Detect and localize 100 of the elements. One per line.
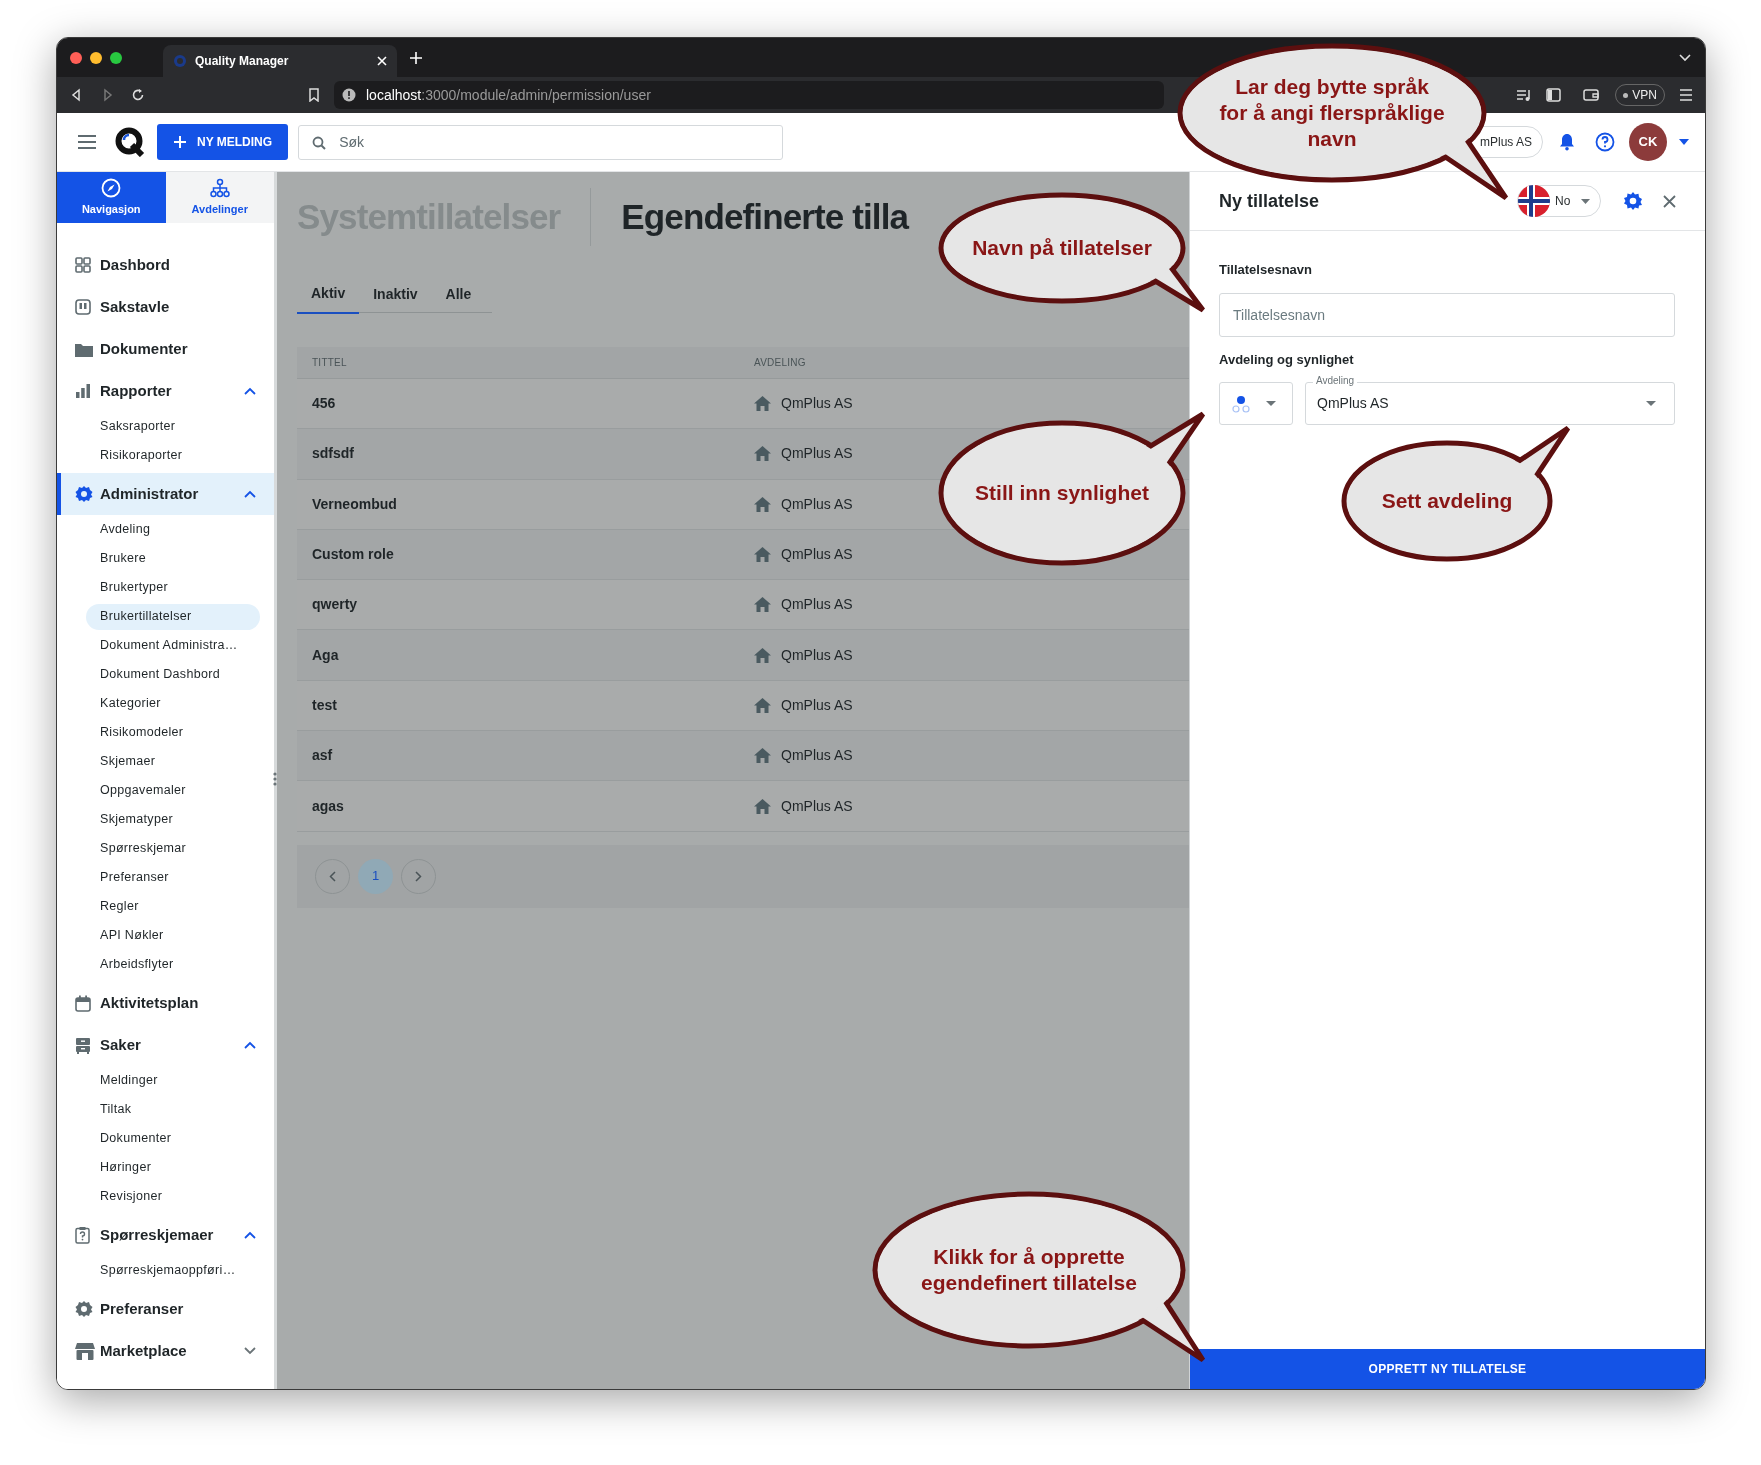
table-cell-text: QmPlus AS [781, 444, 853, 464]
field-label: Tillatelsesnavn [1219, 261, 1313, 279]
sidebar-subitem[interactable]: API Nøkler [86, 922, 260, 949]
sidebar-subitem[interactable]: Skjematyper [86, 806, 260, 833]
search-field[interactable]: Søk [298, 124, 784, 160]
sidebar-subitem[interactable]: Regler [86, 893, 260, 920]
sidebar-subitem[interactable]: Spørreskjemaoppføri… [86, 1257, 260, 1284]
table-cell-text: QmPlus AS [781, 746, 853, 766]
caret-icon[interactable] [1679, 139, 1689, 145]
sidebar-subitem[interactable]: Dokumenter [86, 1125, 260, 1152]
wallet-icon[interactable] [1583, 88, 1600, 102]
compass-icon [101, 177, 122, 198]
reload-icon[interactable] [131, 88, 145, 102]
sidebar-item[interactable]: Saker [57, 1024, 274, 1066]
board-icon [75, 299, 91, 315]
url-text: localhost:3000/module/admin/permission/user [366, 85, 651, 105]
browser-tab[interactable]: Quality Manager [163, 45, 397, 77]
sidebar-subitem[interactable]: Preferanser [86, 864, 260, 891]
section-label: Avdeling og synlighet [1219, 350, 1355, 369]
callout-text: Klikk for å opprette egendefinert tillatelse [920, 1244, 1138, 1296]
sidebar-subitem[interactable]: Kategorier [86, 690, 260, 717]
chevron-down-icon[interactable] [244, 1347, 256, 1355]
sidebar-item[interactable]: Administrator [57, 473, 274, 515]
sidebar-toggle-icon[interactable] [1546, 88, 1562, 102]
sidebar-subitem[interactable]: Oppgavemaler [86, 777, 260, 804]
bookmark-icon[interactable] [308, 88, 320, 102]
table-cell-text: 456 [311, 394, 337, 414]
sidebar-tab[interactable]: Avdelinger [165, 172, 274, 223]
visibility-select[interactable] [1219, 382, 1293, 425]
house-icon [754, 446, 771, 462]
chevron-up-icon[interactable] [244, 1041, 256, 1049]
sidebar-subitem[interactable]: Skjemaer [86, 748, 260, 775]
sidebar-subitem[interactable]: Spørreskjemar [86, 835, 260, 862]
sidebar-subitem[interactable]: Dokument Dashbord [86, 661, 260, 688]
sidebar-subitem[interactable]: Saksraporter [86, 413, 260, 440]
clipboard-question-icon [75, 1226, 90, 1244]
menu-icon[interactable] [77, 135, 97, 149]
table-cell-text: QmPlus AS [781, 545, 853, 565]
section-tab[interactable]: Egendefinerte tilla [621, 190, 909, 244]
sidebar-item[interactable]: Marketplace [57, 1330, 274, 1372]
forward-icon[interactable] [101, 88, 115, 102]
caret-icon [1581, 198, 1590, 204]
user-avatar[interactable]: CK [1629, 123, 1667, 161]
sidebar-item[interactable]: Sakstavle [57, 286, 274, 328]
settings-icon[interactable] [1623, 191, 1643, 211]
sidebar-subitem[interactable]: Revisjoner [86, 1183, 260, 1210]
filter-tab[interactable]: Aktiv [297, 275, 360, 314]
sidebar-item[interactable]: Aktivitetsplan [57, 982, 274, 1024]
sidebar-subitem[interactable]: Brukertillatelser [86, 603, 260, 630]
floating-label: Avdeling [1313, 376, 1358, 386]
bell-icon[interactable] [1559, 133, 1575, 151]
new-message-button[interactable]: NY MELDING [157, 124, 289, 160]
chevron-up-icon[interactable] [244, 490, 256, 498]
sidebar-item[interactable]: Dokumenter [57, 328, 274, 370]
visibility-icon [1232, 394, 1251, 413]
gear-icon [75, 1300, 93, 1318]
playlist-icon[interactable] [1516, 88, 1533, 102]
create-permission-button[interactable]: OPPRETT NY TILLATELSE [1190, 1349, 1705, 1389]
gears-icon [75, 485, 93, 503]
organization-label[interactable]: mPlus AS [1479, 133, 1532, 151]
sidebar-subitem[interactable]: Risikomodeler [86, 719, 260, 746]
sidebar-subitem[interactable]: Høringer [86, 1154, 260, 1181]
close-tab-icon[interactable] [377, 56, 387, 66]
house-icon [754, 597, 771, 613]
sidebar-subitem[interactable]: Avdeling [86, 516, 260, 543]
new-tab-icon[interactable] [409, 50, 423, 65]
sidebar-item[interactable]: Spørreskjemaer [57, 1214, 274, 1256]
back-icon[interactable] [69, 88, 83, 102]
sidebar-subitem[interactable]: Brukere [86, 545, 260, 572]
sidebar-subitem[interactable]: Dokument Administra… [86, 632, 260, 659]
sidebar-item[interactable]: Preferanser [57, 1288, 274, 1330]
table-cell-text: Aga [311, 645, 340, 665]
sidebar-subitem[interactable]: Arbeidsflyter [86, 951, 260, 978]
select-value: QmPlus AS [1317, 394, 1390, 413]
name-input-field[interactable]: Tillatelsesnavn [1219, 292, 1675, 337]
sidebar-item[interactable]: Rapporter [57, 370, 274, 412]
calendar-icon [75, 994, 91, 1012]
address-field[interactable]: localhost:3000/module/admin/permission/user [334, 81, 1164, 109]
sidebar-subitem[interactable]: Brukertyper [86, 574, 260, 601]
sidebar-subitem[interactable]: Tiltak [86, 1096, 260, 1123]
tab-list-chevron-icon[interactable] [1679, 53, 1691, 62]
chevron-up-icon[interactable] [244, 1231, 256, 1239]
drag-handle-icon[interactable] [273, 772, 277, 786]
close-icon[interactable] [1663, 194, 1676, 208]
callout-text: Lar deg bytte språk for å angi flerspråklige navn [1218, 74, 1446, 152]
help-icon[interactable] [1595, 132, 1615, 152]
house-icon [754, 798, 771, 814]
sidebar-item[interactable]: Dashbord [57, 244, 274, 286]
table-cell-text: qwerty [311, 595, 359, 615]
table-cell-text: QmPlus AS [781, 695, 853, 715]
house-icon [754, 697, 771, 713]
sidebar-subitem[interactable]: Risikoraporter [86, 442, 260, 469]
table-cell-text: agas [311, 796, 345, 816]
sidebar-subitem[interactable]: Meldinger [86, 1067, 260, 1094]
sidebar-tab[interactable]: Navigasjon [57, 172, 166, 223]
chevron-up-icon[interactable] [244, 387, 256, 395]
filter-tab[interactable]: Alle [431, 275, 486, 314]
app-logo-icon[interactable] [115, 127, 145, 157]
chevron-right-icon [415, 870, 422, 882]
filter-tab[interactable]: Inaktiv [359, 275, 432, 314]
